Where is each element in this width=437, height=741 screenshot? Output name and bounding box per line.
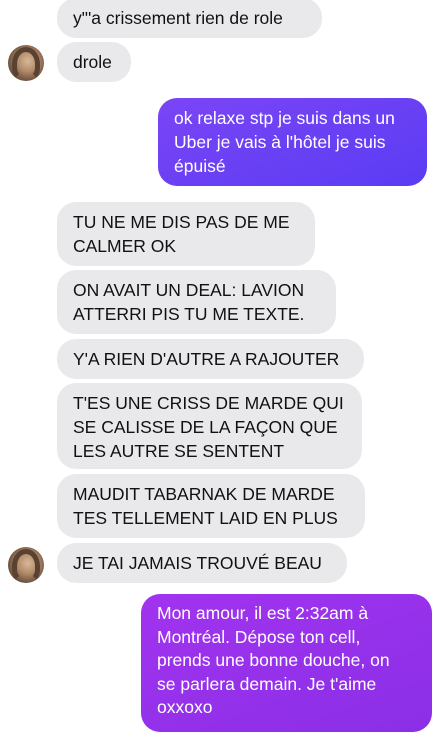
message-bubble-incoming[interactable]: Y'A RIEN D'AUTRE A RAJOUTER	[57, 339, 364, 379]
contact-avatar[interactable]	[8, 547, 44, 583]
avatar-hair-shape	[12, 47, 40, 81]
message-bubble-incoming[interactable]: drole	[57, 42, 131, 82]
message-bubble-outgoing[interactable]: ok relaxe stp je suis dans un Uber je va…	[158, 98, 427, 186]
contact-avatar[interactable]	[8, 45, 44, 81]
message-bubble-incoming[interactable]: JE TAI JAMAIS TROUVÉ BEAU	[57, 543, 347, 583]
message-bubble-incoming[interactable]: TU NE ME DIS PAS DE ME CALMER OK	[57, 202, 315, 266]
message-bubble-incoming[interactable]: ON AVAIT UN DEAL: LAVION ATTERRI PIS TU …	[57, 270, 336, 334]
avatar-hair-shape	[12, 549, 40, 583]
message-bubble-incoming[interactable]: MAUDIT TABARNAK DE MARDE TES TELLEMENT L…	[57, 474, 365, 538]
message-bubble-outgoing[interactable]: Mon amour, il est 2:32am à Montréal. Dép…	[141, 594, 432, 732]
message-bubble-incoming[interactable]: y"'a crissement rien de role	[57, 0, 322, 38]
message-bubble-incoming[interactable]: T'ES UNE CRISS DE MARDE QUI SE CALISSE D…	[57, 383, 362, 469]
